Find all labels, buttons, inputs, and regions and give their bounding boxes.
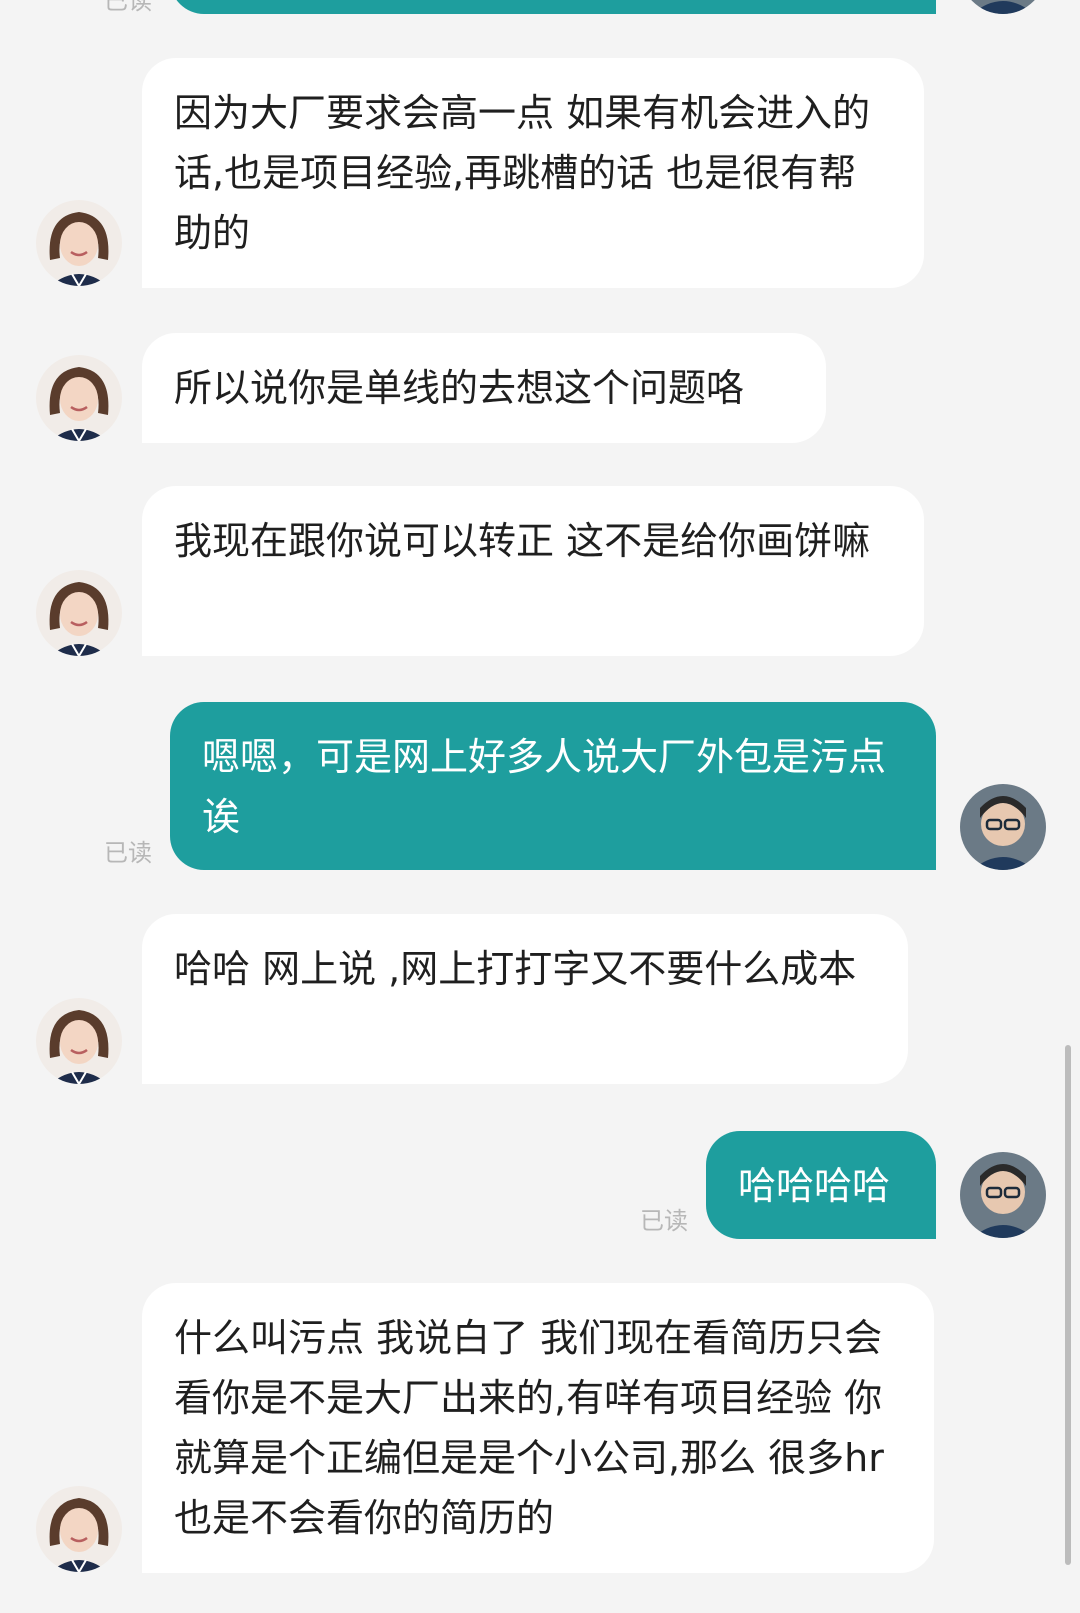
contact-avatar-image [36,200,122,286]
contact-avatar[interactable] [36,355,122,441]
read-receipt: 已读 [104,839,152,867]
outgoing-message-bubble[interactable] [170,0,936,14]
user-avatar-image [960,1152,1046,1238]
contact-avatar[interactable] [36,998,122,1084]
contact-avatar[interactable] [36,570,122,656]
incoming-message-bubble[interactable]: 因为大厂要求会高一点 如果有机会进入的话,也是项目经验,再跳槽的话 也是很有帮助… [142,58,924,288]
incoming-message-bubble[interactable]: 所以说你是单线的去想这个问题咯 [142,333,826,443]
outgoing-message-bubble[interactable]: 哈哈哈哈 [706,1131,936,1239]
incoming-message-bubble[interactable]: 哈哈 网上说 ,网上打打字又不要什么成本 [142,914,908,1084]
contact-avatar[interactable] [36,200,122,286]
incoming-message-bubble[interactable]: 什么叫污点 我说白了 我们现在看简历只会看你是不是大厂出来的,有咩有项目经验 你… [142,1283,934,1573]
scrollbar-thumb[interactable] [1065,1045,1071,1565]
my-avatar[interactable] [960,0,1046,14]
outgoing-message-bubble[interactable]: 嗯嗯，可是网上好多人说大厂外包是污点诶 [170,702,936,870]
read-receipt: 已读 [104,0,152,15]
incoming-message-bubble[interactable]: 我现在跟你说可以转正 这不是给你画饼嘛 [142,486,924,656]
contact-avatar[interactable] [36,1486,122,1572]
chat-message-list[interactable]: 已读 因为大厂要求会高一点 如果有机会进入的话,也是项目经验,再跳槽的话 也是很… [0,0,1080,1613]
contact-avatar-image [36,1486,122,1572]
read-receipt: 已读 [640,1207,688,1235]
contact-avatar-image [36,998,122,1084]
user-avatar-image [960,0,1046,14]
my-avatar[interactable] [960,1152,1046,1238]
my-avatar[interactable] [960,784,1046,870]
contact-avatar-image [36,570,122,656]
contact-avatar-image [36,355,122,441]
user-avatar-image [960,784,1046,870]
